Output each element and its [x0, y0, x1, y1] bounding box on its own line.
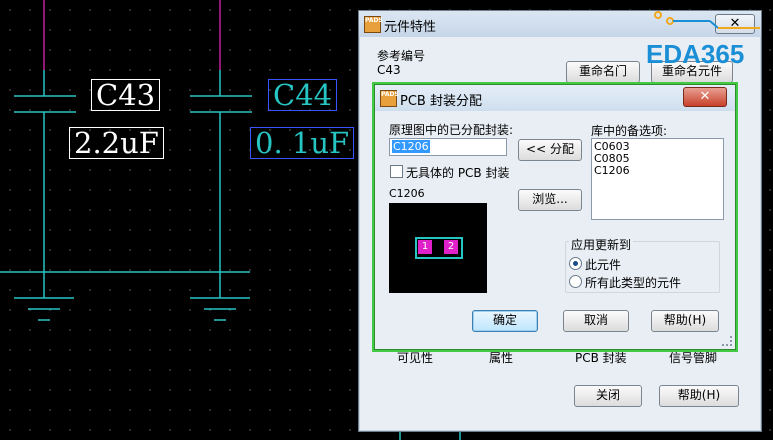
assigned-decal-input[interactable]: C1206: [389, 138, 507, 156]
library-list[interactable]: C0603 C0805 C1206: [591, 138, 724, 220]
all-parts-radio[interactable]: [569, 275, 582, 288]
c43-ref-label[interactable]: C43: [91, 79, 161, 111]
close-button[interactable]: 关闭: [574, 385, 642, 407]
this-part-label[interactable]: 此元件: [585, 256, 621, 273]
tab-attributes[interactable]: 属性: [489, 349, 513, 366]
ok-button[interactable]: 确定: [472, 310, 538, 332]
properties-help-button[interactable]: 帮助(H): [659, 385, 739, 407]
assigned-decal-value: C1206: [392, 140, 430, 153]
this-part-radio[interactable]: [569, 257, 582, 270]
pcb-dialog-titlebar[interactable]: PADS PCB 封装分配 ✕: [375, 85, 735, 111]
eda365-logo: EDA365: [646, 11, 760, 69]
preview-label: C1206: [389, 187, 425, 200]
no-decal-checkbox[interactable]: [390, 165, 403, 178]
library-item[interactable]: C1206: [594, 165, 721, 177]
pcb-dialog-close-x-button[interactable]: ✕: [683, 87, 727, 107]
properties-title: 元件特性: [384, 20, 437, 35]
ref-value: C43: [377, 63, 401, 77]
eda365-text: EDA365: [646, 39, 745, 69]
library-label: 库中的备选项:: [591, 124, 668, 138]
pcb-dialog-title: PCB 封装分配: [400, 94, 482, 109]
pads-app-icon: PADS: [380, 90, 399, 107]
rename-gate-button[interactable]: 重命名门: [566, 61, 640, 83]
resize-grip-icon[interactable]: [722, 336, 732, 346]
pads-app-icon: PADS: [364, 16, 383, 33]
apply-group-label: 应用更新到: [569, 236, 634, 253]
tab-pcb-decal[interactable]: PCB 封装: [575, 349, 627, 366]
tab-visibility[interactable]: 可见性: [397, 349, 433, 366]
all-parts-label[interactable]: 所有此类型的元件: [585, 274, 681, 291]
pcb-decal-dialog: PADS PCB 封装分配 ✕ 原理图中的已分配封装: C1206 << 分配 …: [374, 84, 736, 350]
no-decal-label[interactable]: 无具体的 PCB 封装: [406, 164, 509, 181]
c44-ref-label[interactable]: C44: [268, 79, 338, 111]
pcb-help-button[interactable]: 帮助(H): [651, 310, 719, 332]
pad-2: 2: [444, 240, 458, 254]
assign-button[interactable]: << 分配: [518, 139, 582, 161]
cancel-button[interactable]: 取消: [563, 310, 629, 332]
assigned-decal-label: 原理图中的已分配封装:: [389, 123, 514, 137]
circuit-trace-icon: [654, 11, 760, 29]
ref-label: 参考编号: [377, 49, 426, 63]
tab-signal-pins[interactable]: 信号管脚: [669, 349, 717, 366]
pad-1: 1: [418, 240, 432, 254]
browse-button[interactable]: 浏览...: [518, 189, 582, 211]
decal-preview: 1 2: [389, 203, 487, 293]
c44-value-label[interactable]: 0. 1uF: [250, 127, 355, 159]
c43-value-label[interactable]: 2.2uF: [69, 127, 164, 159]
